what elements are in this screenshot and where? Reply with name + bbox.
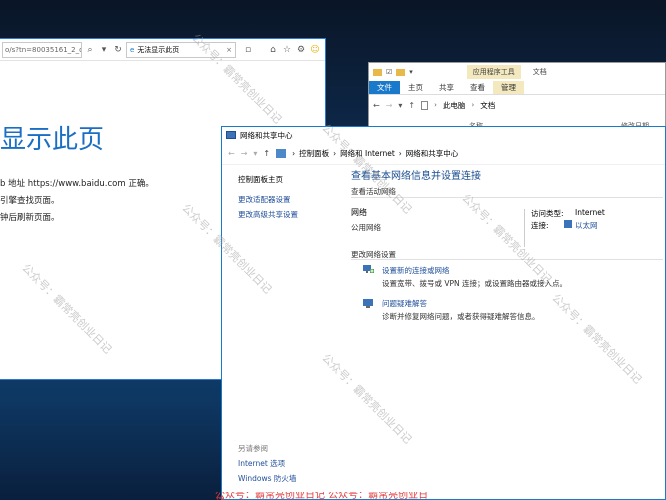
search-icon[interactable]: ⌕ bbox=[84, 44, 96, 56]
network-sharing-center-window: 网络和共享中心 ← → ▾ ↑ › 控制面板 › 网络和 Internet › … bbox=[221, 126, 666, 500]
forward-icon[interactable]: → bbox=[241, 149, 248, 158]
firewall-link[interactable]: Windows 防火墙 bbox=[238, 473, 296, 484]
control-panel-icon bbox=[276, 149, 287, 158]
dropdown-icon: ▾ bbox=[409, 68, 413, 76]
home-icon[interactable]: ⌂ bbox=[267, 44, 279, 56]
dropdown-icon[interactable]: ▾ bbox=[98, 44, 110, 56]
tab-home[interactable]: 主页 bbox=[400, 81, 431, 94]
up-icon[interactable]: ↑ bbox=[408, 101, 415, 110]
new-connection-icon bbox=[363, 265, 374, 273]
divider bbox=[351, 259, 663, 260]
error-line-1: b 地址 https://www.baidu.com 正确。 bbox=[0, 179, 154, 189]
control-panel-home-link[interactable]: 控制面板主页 bbox=[238, 174, 283, 185]
connection-label: 连接: bbox=[531, 221, 549, 230]
tab-share[interactable]: 共享 bbox=[431, 81, 462, 94]
change-adapter-link[interactable]: 更改适配器设置 bbox=[238, 194, 291, 205]
tab-title: 无法显示此页 bbox=[137, 45, 180, 54]
crumb-nsc[interactable]: 网络和共享中心 bbox=[406, 148, 459, 159]
back-icon[interactable]: ← bbox=[228, 149, 235, 158]
refresh-icon[interactable]: ↻ bbox=[112, 44, 124, 56]
see-also-label: 另请参阅 bbox=[238, 444, 268, 453]
ethernet-link[interactable]: 以太网 bbox=[575, 220, 598, 231]
window-title: 网络和共享中心 bbox=[240, 130, 293, 140]
tab-file[interactable]: 文件 bbox=[369, 81, 400, 94]
folder-icon bbox=[373, 68, 382, 76]
troubleshoot-icon bbox=[363, 299, 373, 308]
tab-manage[interactable]: 管理 bbox=[493, 81, 524, 94]
ie-logo-icon: e bbox=[130, 45, 135, 54]
app-tools-label: 应用程序工具 bbox=[466, 65, 521, 79]
breadcrumb: › 控制面板 › 网络和 Internet › 网络和共享中心 bbox=[292, 148, 459, 159]
file-explorer-window: ☑ ▾ 应用程序工具 文档 文件 主页 共享 查看 管理 ← → ▾ ↑ › 此… bbox=[368, 62, 666, 132]
access-type-label: 访问类型: bbox=[531, 209, 564, 218]
ribbon-tabs: 文件 主页 共享 查看 管理 bbox=[369, 81, 665, 95]
path-this-pc[interactable]: 此电脑 bbox=[443, 100, 466, 111]
dropdown-icon[interactable]: ▾ bbox=[253, 149, 257, 158]
crumb-control-panel[interactable]: 控制面板 bbox=[299, 148, 329, 159]
change-advanced-link[interactable]: 更改高级共享设置 bbox=[238, 209, 298, 220]
favorites-icon[interactable]: ☆ bbox=[281, 44, 293, 56]
bottom-strip: 公众号：霸常亮创业日记 公众号：霸常亮创业日记 bbox=[215, 492, 429, 500]
forward-icon[interactable]: → bbox=[386, 101, 393, 110]
error-heading: 显示此页 bbox=[0, 125, 105, 155]
address-text: o/s?tn=80035161_2_dg bbox=[5, 45, 82, 54]
explorer-nav: ← → ▾ ↑ › 此电脑 › 文档 bbox=[373, 100, 496, 111]
new-connection-link[interactable]: 设置新的连接或网络 bbox=[382, 265, 450, 276]
access-type-value: Internet bbox=[575, 208, 605, 217]
smiley-icon[interactable]: ☺ bbox=[309, 44, 321, 56]
dropdown-icon[interactable]: ▾ bbox=[398, 101, 402, 110]
network-icon bbox=[226, 131, 236, 139]
troubleshoot-link[interactable]: 问题疑难解答 bbox=[382, 298, 427, 309]
internet-options-link[interactable]: Internet 选项 bbox=[238, 458, 285, 469]
address-bar[interactable]: o/s?tn=80035161_2_dg bbox=[2, 41, 82, 58]
nsc-nav: ← → ▾ ↑ › 控制面板 › 网络和 Internet › 网络和共享中心 bbox=[222, 143, 665, 165]
up-icon[interactable]: ↑ bbox=[263, 149, 270, 158]
check-icon: ☑ bbox=[386, 68, 393, 76]
error-line-2: 引擎查找页面。 bbox=[0, 196, 60, 206]
folder-icon bbox=[396, 68, 406, 76]
ie-toolbar: o/s?tn=80035161_2_dg ⌕ ▾ ↻ e 无法显示此页 × ▫ … bbox=[0, 39, 325, 61]
tab-view[interactable]: 查看 bbox=[462, 81, 493, 94]
new-tab-icon[interactable]: ▫ bbox=[242, 44, 254, 56]
ethernet-icon bbox=[564, 220, 572, 228]
document-icon bbox=[421, 100, 429, 110]
nsc-titlebar: 网络和共享中心 bbox=[222, 127, 665, 143]
troubleshoot-desc: 诊断并修复网络问题，或者获得疑难解答信息。 bbox=[382, 312, 540, 321]
explorer-titlebar: ☑ ▾ 应用程序工具 文档 bbox=[369, 63, 665, 81]
path-documents[interactable]: 文档 bbox=[480, 100, 495, 111]
divider bbox=[524, 209, 525, 247]
docs-title: 文档 bbox=[532, 68, 547, 76]
back-icon[interactable]: ← bbox=[373, 101, 380, 110]
error-line-3: 钟后刷新页面。 bbox=[0, 213, 60, 223]
gear-icon[interactable]: ⚙ bbox=[295, 44, 307, 56]
close-tab-icon[interactable]: × bbox=[226, 46, 232, 54]
